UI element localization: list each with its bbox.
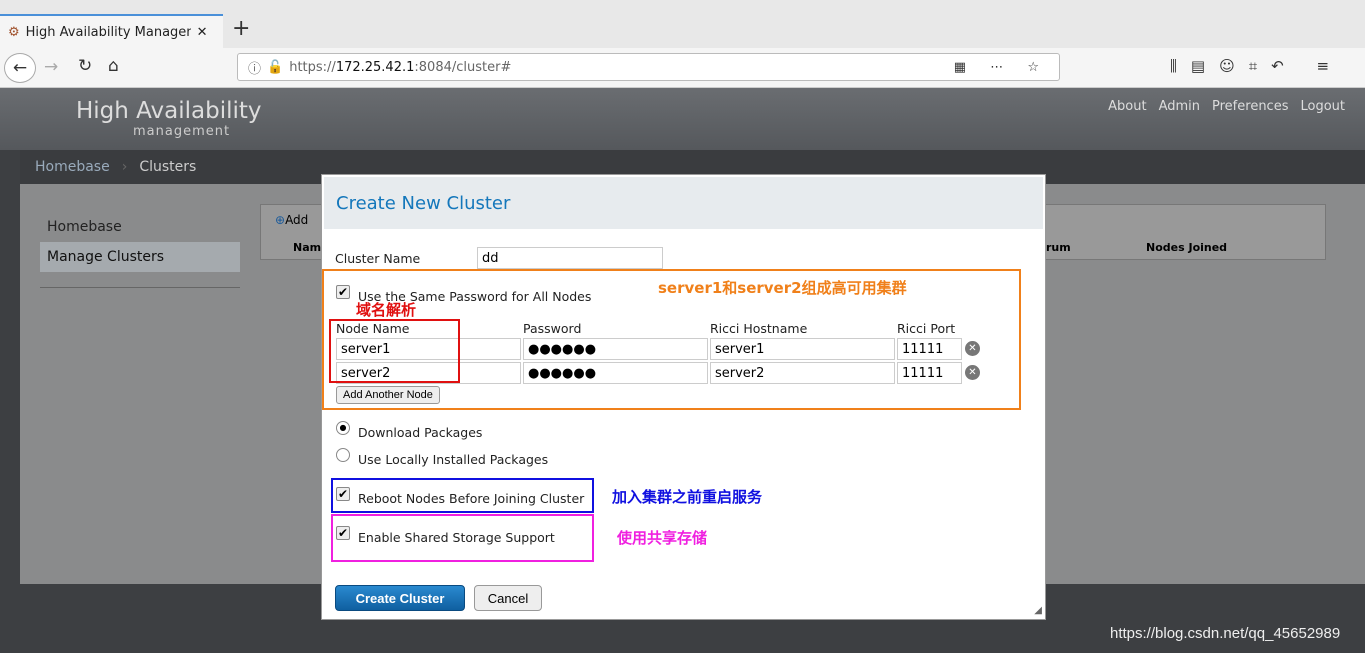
close-icon[interactable]: ✕ [197, 25, 208, 40]
admin-link[interactable]: Admin [1159, 99, 1200, 114]
forward-icon[interactable]: → [44, 57, 58, 77]
app-header: High Availability management About Admin… [0, 88, 1365, 150]
gear-icon: ⚙ [8, 24, 20, 40]
annotation-orange: server1和server2组成高可用集群 [658, 279, 907, 297]
cluster-name-input[interactable] [477, 247, 663, 269]
resize-handle[interactable]: ◢ [1034, 605, 1042, 616]
logo: High Availability [76, 98, 262, 124]
browser-tab[interactable]: ⚙ High Availability Managem ✕ [0, 14, 223, 48]
annotation-red: 域名解析 [356, 301, 417, 319]
cancel-button[interactable]: Cancel [474, 585, 542, 611]
local-packages-radio[interactable] [336, 448, 350, 462]
preferences-link[interactable]: Preferences [1212, 99, 1288, 114]
sidebar-item-manage-clusters[interactable]: Manage Clusters [40, 242, 240, 272]
annotation-box-magenta [331, 514, 594, 562]
annotation-box-blue [331, 478, 594, 513]
url-bar[interactable]: ⓘ 🔓 https://172.25.42.1:8084/cluster# ▦ ⋯… [237, 53, 1060, 81]
breadcrumb-homebase[interactable]: Homebase [35, 159, 110, 175]
annotation-magenta: 使用共享存储 [617, 529, 708, 547]
about-link[interactable]: About [1108, 99, 1146, 114]
download-packages-radio[interactable]: ● [336, 421, 350, 435]
info-icon[interactable]: ⓘ [248, 58, 261, 77]
add-button[interactable]: ⊕Add [275, 213, 308, 227]
home-icon[interactable]: ⌂ [108, 56, 119, 76]
annotation-blue: 加入集群之前重启服务 [612, 488, 763, 506]
watermark: https://blog.csdn.net/qq_45652989 [1110, 625, 1341, 642]
create-cluster-button[interactable]: Create Cluster [335, 585, 465, 611]
sidebar-item-homebase[interactable]: Homebase [47, 219, 122, 235]
logout-link[interactable]: Logout [1300, 99, 1345, 114]
annotation-box-red [329, 319, 460, 383]
page-actions-icon[interactable]: ▦ ⋯ ☆ [954, 60, 1049, 75]
toolbar-icons[interactable]: ⫼▤☺⌗↶ ≡ [1170, 57, 1343, 75]
plus-icon: ⊕ [275, 213, 286, 227]
back-icon[interactable]: ← [4, 53, 36, 83]
reload-icon[interactable]: ↻ [78, 56, 92, 76]
new-tab-button[interactable]: + [232, 16, 250, 41]
lock-warning-icon: 🔓 [267, 59, 284, 75]
dialog-title: Create New Cluster [324, 177, 1043, 229]
